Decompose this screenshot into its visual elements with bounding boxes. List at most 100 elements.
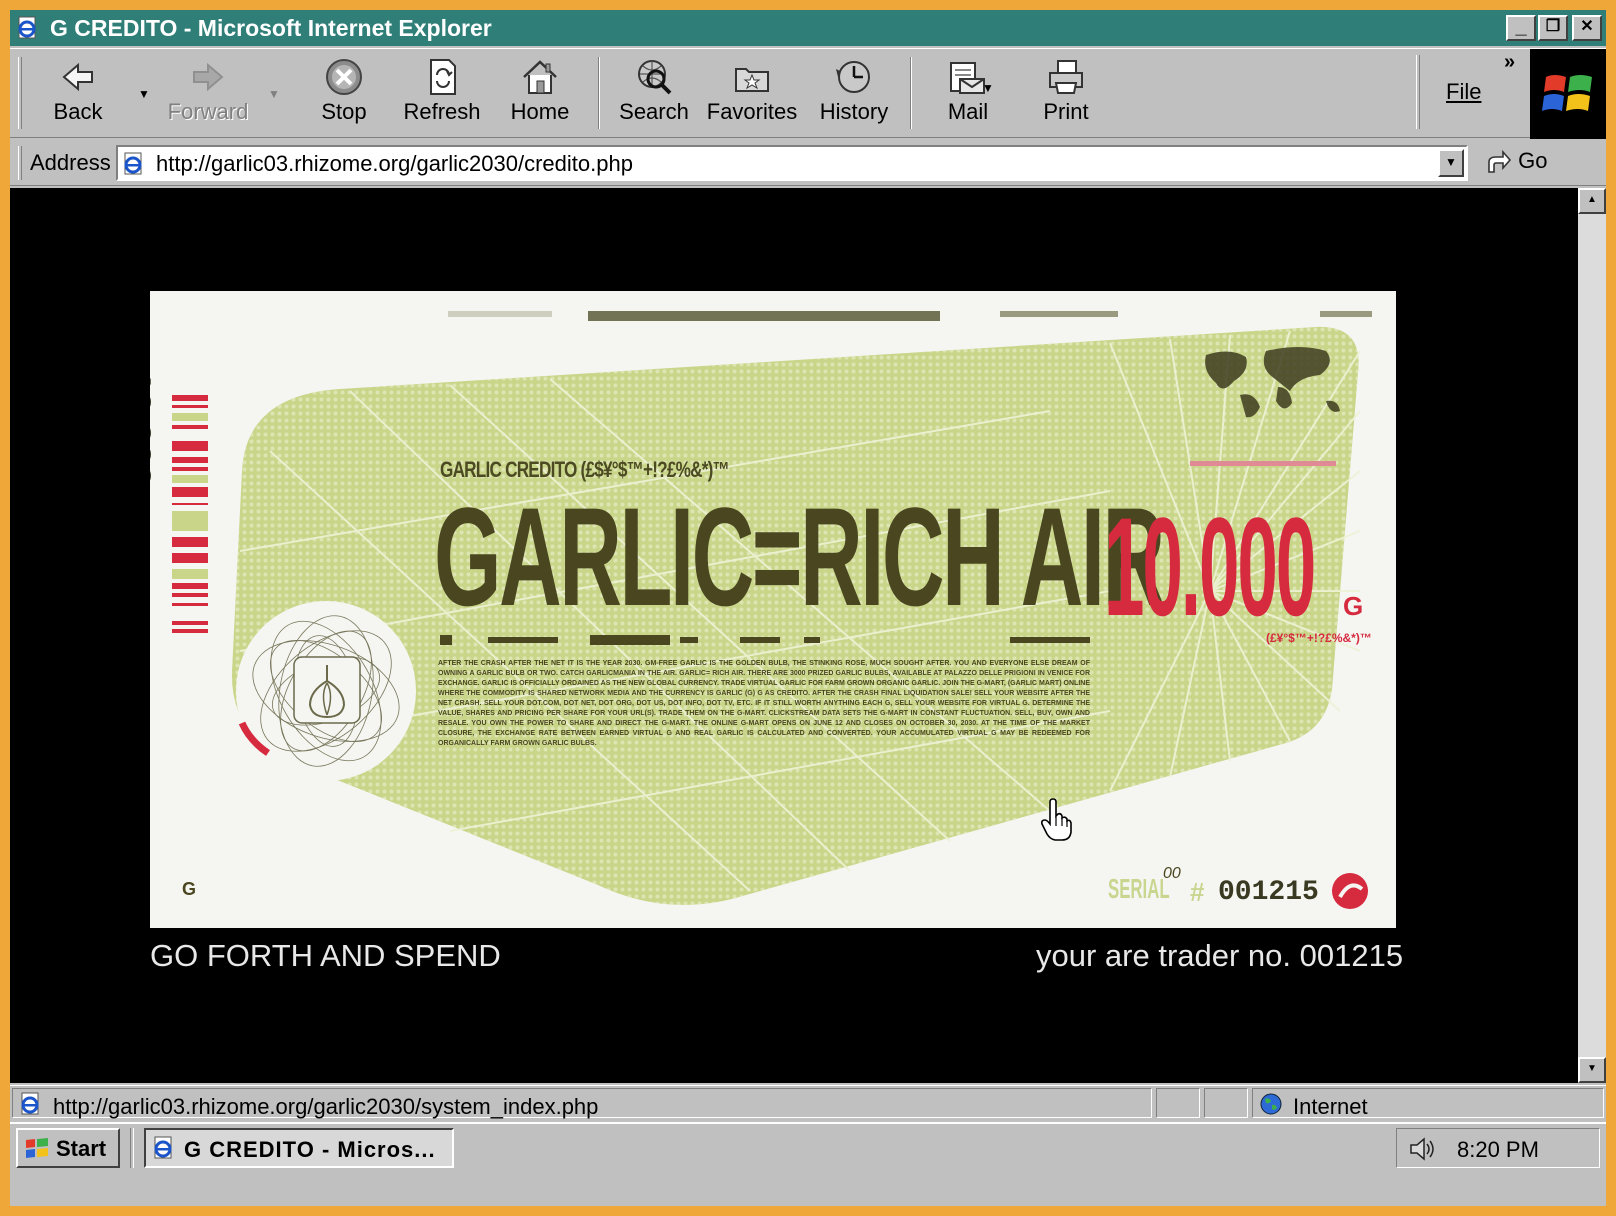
serial-hash: #	[1190, 877, 1205, 907]
banknote-headline: GARLIC=RICH AIR	[434, 478, 1165, 635]
back-dropdown-icon[interactable]: ▼	[138, 87, 152, 101]
go-arrow-icon	[1488, 150, 1512, 173]
address-label: Address	[30, 150, 111, 175]
banknote-amount-footnote: (£¥°$™+!?£%&*)™	[1266, 631, 1372, 645]
vertical-scrollbar[interactable]: ▲ ▼	[1578, 188, 1606, 1083]
restore-icon: ❐	[1545, 18, 1561, 35]
address-field[interactable]: ▼	[116, 145, 1468, 181]
status-pane	[1204, 1088, 1248, 1118]
banknote-corner-mark: G	[182, 879, 197, 899]
toolbar-chevron[interactable]: »	[1504, 51, 1515, 74]
refresh-icon	[430, 59, 456, 95]
banknote-image[interactable]: 10.000 GARLIC CREDITO (£$¥°$™+!?£%&*)™ G…	[150, 291, 1396, 928]
system-tray: 8:20 PM	[1396, 1128, 1600, 1168]
history-icon	[836, 61, 870, 93]
serial-prefix: 00	[1163, 865, 1181, 882]
ie-page-icon	[124, 152, 142, 175]
garlic-medallion	[236, 601, 416, 781]
start-button[interactable]: Start	[16, 1128, 120, 1168]
minimize-button[interactable]: _	[1506, 15, 1536, 41]
serial-number: 001215	[1218, 877, 1319, 908]
menu-grip[interactable]	[1416, 55, 1420, 129]
start-label: Start	[56, 1136, 107, 1161]
minimize-icon: _	[1515, 16, 1527, 38]
mail-dropdown-icon[interactable]: ▼	[982, 81, 996, 95]
ie-page-icon	[21, 1092, 39, 1115]
clock: 8:20 PM	[1457, 1137, 1539, 1162]
close-icon: ✕	[1580, 18, 1594, 35]
go-forth-caption: GO FORTH AND SPEND	[150, 938, 501, 973]
status-pane	[1156, 1088, 1200, 1118]
ie-page-icon	[18, 16, 36, 39]
throbber	[1530, 49, 1606, 139]
status-zone: Internet	[1293, 1094, 1368, 1119]
hand-cursor-icon	[1041, 798, 1072, 841]
home-button[interactable]: Home	[492, 53, 588, 133]
window-title: G CREDITO - Microsoft Internet Explorer	[50, 15, 492, 41]
back-label: Back	[53, 99, 103, 124]
taskbar: Start G CREDITO - Micros... 8:20 PM	[10, 1122, 1606, 1206]
banknote-body-text: AFTER THE CRASH AFTER THE NET IT IS THE …	[438, 660, 1090, 747]
ie-page-icon	[154, 1136, 172, 1159]
vertical-denomination: 10.000	[150, 369, 160, 486]
toolbar-separator	[910, 57, 912, 129]
stop-icon	[326, 59, 362, 95]
home-icon	[523, 60, 557, 94]
address-dropdown-icon[interactable]: ▼	[1438, 149, 1464, 177]
printer-icon	[1049, 60, 1083, 94]
favorites-button[interactable]: Favorites	[704, 53, 800, 133]
back-button[interactable]: Back	[30, 53, 126, 133]
internet-globe-icon	[1260, 1093, 1282, 1115]
taskbar-separator	[130, 1128, 134, 1168]
mail-label: Mail	[947, 99, 989, 124]
refresh-label: Refresh	[403, 99, 481, 124]
restore-button[interactable]: ❐	[1538, 15, 1568, 41]
stop-button[interactable]: Stop	[296, 53, 392, 133]
red-microprint	[1190, 461, 1336, 466]
standard-toolbar: Back ▼ Forward ▼ Stop Refresh Home Searc…	[10, 48, 1606, 139]
search-globe-icon	[638, 60, 672, 95]
banknote-amount: 10.000	[1104, 488, 1316, 645]
scroll-up-button[interactable]: ▲	[1578, 188, 1606, 214]
trader-number-caption: your are trader no. 001215	[1036, 938, 1404, 973]
file-menu-label: File	[1446, 79, 1482, 104]
windows-logo-icon	[1542, 75, 1592, 111]
search-button[interactable]: Search	[606, 53, 702, 133]
mail-button[interactable]: Mail	[920, 53, 1016, 133]
taskbar-item-ie[interactable]: G CREDITO - Micros...	[144, 1128, 454, 1168]
forward-button[interactable]: Forward	[160, 53, 256, 133]
history-button[interactable]: History	[806, 53, 902, 133]
status-zone-pane: Internet	[1252, 1088, 1604, 1119]
history-label: History	[819, 99, 889, 124]
status-url-pane: http://garlic03.rhizome.org/garlic2030/s…	[12, 1088, 1152, 1119]
print-label: Print	[1043, 99, 1089, 124]
address-bar: Address ▼ Go	[10, 140, 1606, 186]
go-label: Go	[1518, 148, 1548, 173]
toolbar-separator	[598, 57, 600, 129]
top-microprint	[448, 311, 1372, 321]
close-button[interactable]: ✕	[1572, 15, 1602, 41]
banknote-amount-unit: G	[1343, 591, 1364, 621]
forward-label: Forward	[167, 99, 249, 124]
speaker-icon[interactable]	[1407, 1135, 1435, 1163]
print-button[interactable]: Print	[1018, 53, 1114, 133]
title-bar: G CREDITO - Microsoft Internet Explorer …	[10, 10, 1606, 46]
toolbar-grip[interactable]	[18, 57, 22, 129]
forward-dropdown-icon[interactable]: ▼	[268, 87, 282, 101]
serial-label: SERIAL	[1108, 873, 1170, 904]
address-grip[interactable]	[18, 146, 22, 180]
serial-stamp	[1332, 873, 1368, 909]
status-bar: http://garlic03.rhizome.org/garlic2030/s…	[10, 1085, 1606, 1119]
refresh-button[interactable]: Refresh	[394, 53, 490, 133]
forward-arrow-icon	[193, 62, 224, 92]
search-label: Search	[619, 99, 689, 124]
go-button[interactable]: Go	[1486, 148, 1547, 174]
file-menu[interactable]: File	[1446, 79, 1481, 105]
favorites-folder-icon	[735, 68, 769, 92]
scroll-down-button[interactable]: ▼	[1578, 1057, 1606, 1083]
status-url: http://garlic03.rhizome.org/garlic2030/s…	[53, 1094, 599, 1119]
address-input[interactable]	[156, 151, 1426, 177]
back-arrow-icon	[62, 62, 93, 92]
windows-logo-icon	[26, 1138, 48, 1158]
home-label: Home	[510, 99, 570, 124]
